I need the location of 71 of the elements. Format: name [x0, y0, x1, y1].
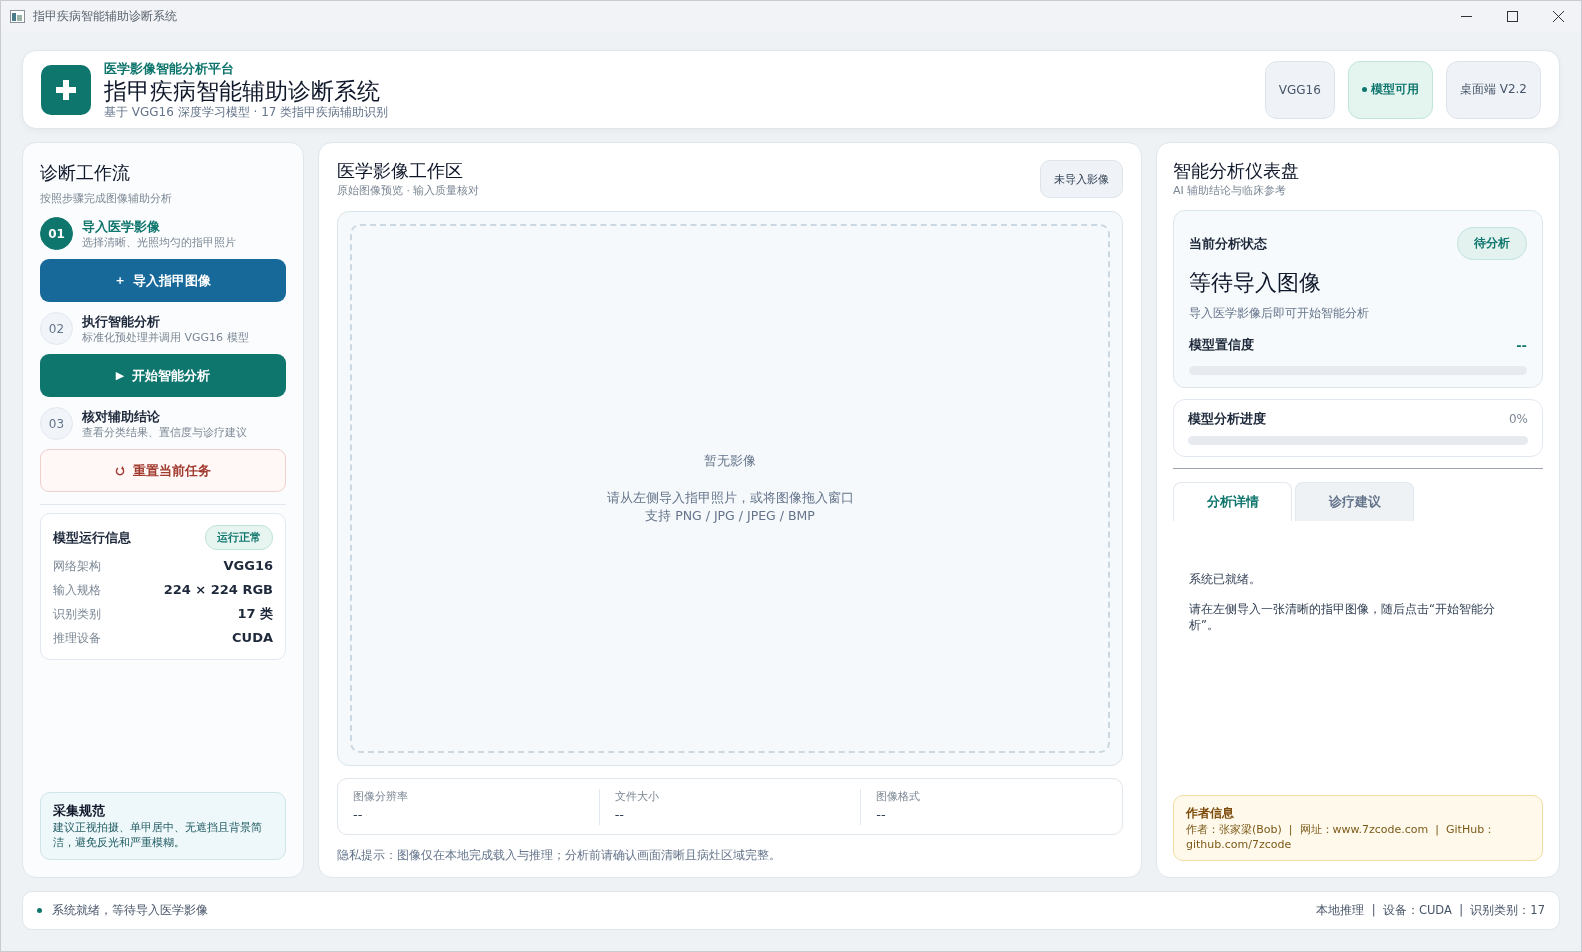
guide-text: 建议正视拍摄、单甲居中、无遮挡且背景简洁，避免反光和严重模糊。	[53, 820, 263, 850]
status-description: 导入医学影像后即可开始智能分析	[1189, 305, 1370, 322]
info-label: 输入规格	[53, 582, 101, 599]
image-status-button[interactable]: 未导入影像	[1040, 160, 1123, 198]
step-title: 执行智能分析	[82, 312, 161, 330]
step-number: 01	[40, 217, 73, 250]
reset-button[interactable]: 重置当前任务	[40, 449, 286, 492]
step-number: 02	[40, 312, 73, 345]
panel-subtitle: 按照步骤完成图像辅助分析	[40, 191, 173, 207]
status-badge: 模型可用	[1347, 60, 1433, 119]
card-title: 模型运行信息	[53, 528, 131, 547]
privacy-note: 隐私提示：图像仅在本地完成载入与推理；分析前请确认画面清晰且病灶区域完整。	[337, 848, 782, 863]
info-value: --	[876, 805, 887, 824]
panel-title: 诊断工作流	[40, 161, 131, 185]
info-value: 224 × 224 RGB	[163, 581, 273, 599]
panel-subtitle: AI 辅助结论与临床参考	[1173, 183, 1288, 199]
close-icon[interactable]	[1552, 10, 1564, 22]
app-icon	[10, 9, 25, 23]
status-label: 当前分析状态	[1189, 234, 1267, 253]
drop-zone[interactable]: 暂无影像 请从左侧导入指甲照片，或将图像拖入窗口 支持 PNG / JPG / JPEG / BMP	[350, 224, 1110, 753]
info-label: 网络架构	[53, 558, 101, 575]
status-headline: 等待导入图像	[1189, 269, 1322, 297]
status-dot-icon	[37, 908, 42, 913]
progress-value: 0%	[1508, 412, 1528, 426]
info-label: 图像格式	[876, 788, 922, 805]
confidence-value: --	[1516, 337, 1527, 353]
maximize-icon[interactable]	[1506, 10, 1518, 22]
panel-title: 医学影像工作区	[337, 159, 464, 183]
step-title: 导入医学影像	[82, 217, 161, 235]
info-value: 17 类	[237, 605, 273, 623]
info-value: VGG16	[223, 557, 273, 575]
app-title: 指甲疾病智能辅助诊断系统	[104, 76, 381, 105]
app-subtitle: 基于 VGG16 深度学习模型 · 17 类指甲疾病辅助识别	[104, 104, 390, 119]
step-description: 标准化预处理并调用 VGG16 模型	[82, 329, 249, 345]
detail-text: 请在左侧导入一张清晰的指甲图像，随后点击“开始智能分析”。	[1189, 601, 1496, 633]
medical-cross-icon	[41, 64, 91, 115]
analyze-button[interactable]: ▶ 开始智能分析	[40, 354, 286, 397]
info-label: 推理设备	[53, 630, 101, 647]
import-button[interactable]: + 导入指甲图像	[40, 259, 286, 302]
info-badge: VGG16	[1264, 60, 1335, 119]
platform-label: 医学影像智能分析平台	[104, 60, 235, 77]
empty-title: 暂无影像	[704, 452, 756, 470]
step-title: 核对辅助结论	[82, 407, 161, 425]
card-title: 作者信息	[1186, 805, 1235, 822]
format-hint: 支持 PNG / JPG / JPEG / BMP	[645, 506, 815, 525]
info-label: 图像分辨率	[353, 788, 409, 805]
drop-hint: 请从左侧导入指甲照片，或将图像拖入窗口	[606, 488, 854, 507]
panel-subtitle: 原始图像预览 · 输入质量核对	[337, 183, 480, 199]
panel-title: 智能分析仪表盘	[1173, 159, 1300, 183]
info-badge: 桌面端 V2.2	[1445, 60, 1541, 119]
info-value: CUDA	[232, 629, 273, 647]
step-number: 03	[40, 407, 73, 440]
tab[interactable]: 诊疗建议	[1295, 482, 1414, 521]
info-label: 文件大小	[614, 788, 660, 805]
progress-label: 模型分析进度	[1188, 410, 1266, 428]
status-message: 系统就绪，等待导入医学影像	[52, 903, 209, 918]
step-description: 选择清晰、光照均匀的指甲照片	[82, 234, 236, 250]
detail-text: 系统已就绪。	[1189, 571, 1262, 587]
author-text: 作者：张家梁(Bob) | 网址：www.7zcode.com | GitHub：github.com/7zcode	[1186, 822, 1497, 852]
info-value: --	[614, 805, 626, 824]
info-label: 识别类别	[53, 606, 101, 623]
step-description: 查看分类结果、置信度与诊疗建议	[82, 424, 247, 440]
status-badge: 待分析	[1457, 227, 1527, 260]
status-badge: 运行正常	[205, 525, 273, 550]
status-info: 本地推理 | 设备：CUDA | 识别类别：17	[1316, 903, 1545, 918]
card-title: 采集规范	[53, 802, 106, 820]
info-value: --	[353, 805, 364, 824]
tab[interactable]: 分析详情	[1173, 482, 1292, 521]
circular-arrow-icon	[115, 465, 125, 476]
confidence-label: 模型置信度	[1189, 336, 1254, 354]
window-title: 指甲疾病智能辅助诊断系统	[33, 7, 178, 25]
